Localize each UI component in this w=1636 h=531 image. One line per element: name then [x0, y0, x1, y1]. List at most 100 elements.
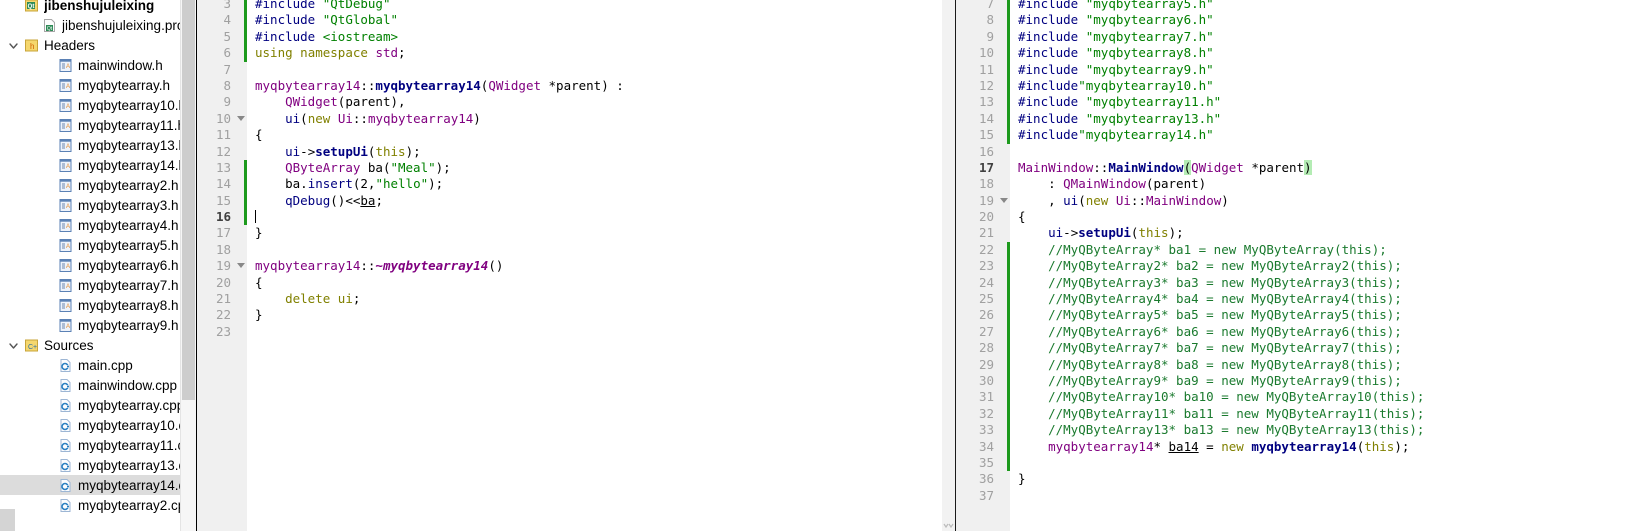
code-line[interactable]: qDebug()<<ba;: [255, 193, 915, 209]
code-line[interactable]: //MyQByteArray5* ba5 = new MyQByteArray5…: [1018, 307, 1610, 323]
code-line[interactable]: }: [255, 225, 915, 241]
code-line[interactable]: #include "myqbytearray9.h": [1018, 62, 1610, 78]
tree-item-myqbytearray14-cpp[interactable]: myqbytearray14.cpp: [0, 475, 196, 495]
line-number: 27: [956, 323, 1010, 341]
tree-item-myqbytearray13-cpp[interactable]: myqbytearray13.cpp: [0, 455, 196, 475]
tree-item-jibenshujuleixing-pro[interactable]: Qt jibenshujuleixing.pro: [0, 15, 196, 35]
code-line[interactable]: MainWindow::MainWindow(QWidget *parent): [1018, 159, 1610, 176]
code-line[interactable]: [255, 242, 915, 258]
left-code-editor[interactable]: 3 4 5 6 7 8 9 10 11 12 13 14 15 16 17 18 19 20 21 22 23 #inc…: [196, 0, 915, 531]
code-line[interactable]: //MyQByteArray11* ba11 = new MyQByteArra…: [1018, 406, 1610, 422]
code-line[interactable]: : QMainWindow(parent): [1018, 176, 1610, 192]
code-line[interactable]: QByteArray ba("Meal");: [255, 160, 915, 176]
right-editor-gutter[interactable]: 7 8 9 10 11 12 13 14 15 16 17 18 19 20 21 22 23 24 25 26 27 2…: [956, 0, 1010, 531]
code-line[interactable]: [255, 62, 915, 78]
tree-item-jibenshujuleixing[interactable]: Qt jibenshujuleixing: [0, 0, 196, 15]
fold-triangle-icon[interactable]: [1000, 197, 1008, 203]
fold-triangle-icon[interactable]: [237, 263, 245, 269]
code-line[interactable]: #include "myqbytearray11.h": [1018, 94, 1610, 110]
fold-triangle-icon[interactable]: [237, 115, 245, 121]
tree-item-myqbytearray11-h[interactable]: Amyqbytearray11.h: [0, 115, 196, 135]
tree-item-mainwindow-h[interactable]: Amainwindow.h: [0, 55, 196, 75]
code-line[interactable]: #include "myqbytearray8.h": [1018, 45, 1610, 61]
tree-item-myqbytearray-cpp[interactable]: myqbytearray.cpp: [0, 395, 196, 415]
code-line[interactable]: #include "myqbytearray7.h": [1018, 29, 1610, 45]
tree-item-myqbytearray14-h[interactable]: Amyqbytearray14.h: [0, 155, 196, 175]
editor-split-strip[interactable]: [942, 0, 955, 531]
tree-item-myqbytearray8-h[interactable]: Amyqbytearray8.h: [0, 295, 196, 315]
code-line[interactable]: //MyQByteArray6* ba6 = new MyQByteArray6…: [1018, 324, 1610, 340]
code-line[interactable]: [1018, 144, 1610, 160]
code-line[interactable]: QWidget(parent),: [255, 94, 915, 110]
code-line[interactable]: delete ui;: [255, 291, 915, 307]
project-tree[interactable]: Qt jibenshujuleixing Qt jibenshujuleixing.p…: [0, 0, 196, 515]
code-line[interactable]: #include "myqbytearray5.h": [1018, 0, 1610, 12]
tree-item-myqbytearray10-h[interactable]: Amyqbytearray10.h: [0, 95, 196, 115]
code-line[interactable]: [255, 209, 915, 225]
line-number: 11: [956, 61, 1010, 78]
code-line[interactable]: //MyQByteArray10* ba10 = new MyQByteArra…: [1018, 389, 1610, 405]
chevron-down-icon[interactable]: [4, 340, 22, 351]
code-line[interactable]: //MyQByteArray13* ba13 = new MyQByteArra…: [1018, 422, 1610, 438]
tree-item-myqbytearray2-h[interactable]: Amyqbytearray2.h: [0, 175, 196, 195]
code-line[interactable]: {: [255, 127, 915, 143]
tree-item-myqbytearray-h[interactable]: Amyqbytearray.h: [0, 75, 196, 95]
tree-item-myqbytearray4-h[interactable]: Amyqbytearray4.h: [0, 215, 196, 235]
code-line[interactable]: , ui(new Ui::MainWindow): [1018, 193, 1610, 209]
tree-item-myqbytearray7-h[interactable]: Amyqbytearray7.h: [0, 275, 196, 295]
code-line[interactable]: [1018, 455, 1610, 471]
code-line[interactable]: }: [1018, 471, 1610, 487]
code-line[interactable]: //MyQByteArray* ba1 = new MyQByteArray(t…: [1018, 242, 1610, 258]
code-line[interactable]: }: [255, 307, 915, 323]
code-line[interactable]: [255, 324, 915, 340]
chevron-down-icon[interactable]: [4, 40, 22, 51]
code-line[interactable]: myqbytearray14::myqbytearray14(QWidget *…: [255, 78, 915, 94]
code-line[interactable]: #include "myqbytearray6.h": [1018, 12, 1610, 28]
code-line[interactable]: #include "QtDebug": [255, 0, 915, 12]
code-line[interactable]: using namespace std;: [255, 45, 915, 61]
code-line[interactable]: {: [1018, 209, 1610, 225]
right-editor-code-area[interactable]: #include "myqbytearray5.h" #include "myqb…: [1010, 0, 1610, 531]
sidebar-scrollbar-track[interactable]: [180, 0, 196, 531]
tree-item-myqbytearray5-h[interactable]: Amyqbytearray5.h: [0, 235, 196, 255]
code-line[interactable]: #include"myqbytearray10.h": [1018, 78, 1610, 94]
code-line[interactable]: [1018, 488, 1610, 504]
project-tree-sidebar[interactable]: Qt jibenshujuleixing Qt jibenshujuleixing.p…: [0, 0, 196, 531]
left-editor-gutter[interactable]: 3 4 5 6 7 8 9 10 11 12 13 14 15 16 17 18 19 20 21 22 23: [197, 0, 247, 531]
tree-item-label: mainwindow.cpp: [78, 377, 178, 393]
tree-item-myqbytearray6-h[interactable]: Amyqbytearray6.h: [0, 255, 196, 275]
tree-item-myqbytearray10-cpp[interactable]: myqbytearray10.cpp: [0, 415, 196, 435]
left-editor-code-area[interactable]: #include "QtDebug" #include "QtGlobal" #in…: [247, 0, 915, 531]
code-line[interactable]: #include "QtGlobal": [255, 12, 915, 28]
tree-item-myqbytearray2-cpp[interactable]: myqbytearray2.cpp: [0, 495, 196, 515]
tree-item-myqbytearray13-h[interactable]: Amyqbytearray13.h: [0, 135, 196, 155]
code-line[interactable]: myqbytearray14::~myqbytearray14(): [255, 258, 915, 274]
code-line[interactable]: //MyQByteArray2* ba2 = new MyQByteArray2…: [1018, 258, 1610, 274]
code-line[interactable]: //MyQByteArray7* ba7 = new MyQByteArray7…: [1018, 340, 1610, 356]
right-code-editor[interactable]: 7 8 9 10 11 12 13 14 15 16 17 18 19 20 21 22 23 24 25 26 27 2…: [942, 0, 1610, 531]
code-line[interactable]: myqbytearray14* ba14 = new myqbytearray1…: [1018, 439, 1610, 455]
tree-item-myqbytearray11-cpp[interactable]: myqbytearray11.cpp: [0, 435, 196, 455]
tree-item-mainwindow-cpp[interactable]: mainwindow.cpp: [0, 375, 196, 395]
code-line[interactable]: #include"myqbytearray14.h": [1018, 127, 1610, 143]
code-line[interactable]: {: [255, 275, 915, 291]
code-line[interactable]: //MyQByteArray8* ba8 = new MyQByteArray8…: [1018, 357, 1610, 373]
split-drag-handle-icon[interactable]: [942, 519, 955, 529]
tree-item-main-cpp[interactable]: main.cpp: [0, 355, 196, 375]
code-line[interactable]: ui(new Ui::myqbytearray14): [255, 111, 915, 127]
code-line[interactable]: ui->setupUi(this);: [255, 144, 915, 160]
code-line[interactable]: ui->setupUi(this);: [1018, 225, 1610, 241]
code-line[interactable]: #include "myqbytearray13.h": [1018, 111, 1610, 127]
sidebar-scrollbar-thumb[interactable]: [182, 0, 195, 400]
code-line[interactable]: //MyQByteArray4* ba4 = new MyQByteArray4…: [1018, 291, 1610, 307]
tree-item-myqbytearray9-h[interactable]: Amyqbytearray9.h: [0, 315, 196, 335]
tree-item-sources[interactable]: C+ Sources: [0, 335, 196, 355]
tree-item-headers[interactable]: h Headers: [0, 35, 196, 55]
code-line[interactable]: #include <iostream>: [255, 29, 915, 45]
tree-item-myqbytearray3-h[interactable]: Amyqbytearray3.h: [0, 195, 196, 215]
tree-item-label: myqbytearray11.cpp: [78, 437, 196, 453]
code-line[interactable]: //MyQByteArray3* ba3 = new MyQByteArray3…: [1018, 275, 1610, 291]
code-line[interactable]: //MyQByteArray9* ba9 = new MyQByteArray9…: [1018, 373, 1610, 389]
code-line[interactable]: ba.insert(2,"hello");: [255, 176, 915, 192]
cpp-file-icon: [56, 477, 74, 493]
